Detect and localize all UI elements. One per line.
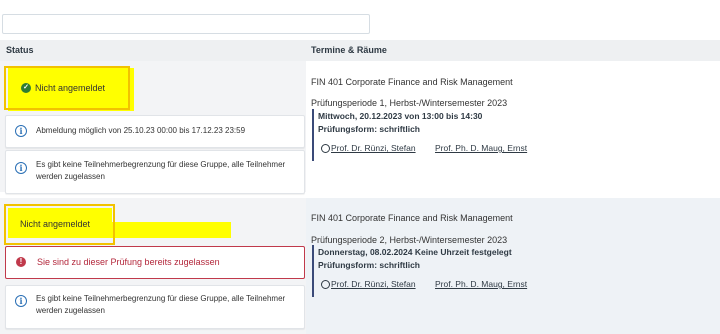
info-icon: i bbox=[15, 162, 27, 174]
examiner-link[interactable]: Prof. Dr. Rünzi, Stefan bbox=[331, 279, 416, 289]
info-text: Es gibt keine Teilnehmerbegrenzung für d… bbox=[36, 160, 286, 181]
exam-form: Prüfungsform: schriftlich bbox=[318, 124, 421, 134]
info-card: i Es gibt keine Teilnehmerbegrenzung für… bbox=[5, 285, 305, 329]
info-card: i Es gibt keine Teilnehmerbegrenzung für… bbox=[5, 150, 305, 194]
status-text: Nicht angemeldet bbox=[35, 83, 106, 93]
exam-form: Prüfungsform: schriftlich bbox=[318, 260, 421, 270]
error-text: Sie sind zu dieser Prüfung bereits zugel… bbox=[37, 257, 220, 267]
termine-column-header: Termine & Räume bbox=[311, 45, 387, 55]
schedule-bar bbox=[312, 245, 314, 297]
info-text: Abmeldung möglich von 25.10.23 00:00 bis… bbox=[36, 126, 246, 135]
info-icon: i bbox=[15, 125, 27, 137]
clock-icon bbox=[321, 280, 330, 289]
status-column-header: Status bbox=[6, 45, 34, 55]
clock-icon bbox=[321, 144, 330, 153]
error-icon: ! bbox=[16, 257, 26, 267]
table-header: Status Termine & Räume bbox=[0, 40, 720, 61]
check-circle-icon: ✓ bbox=[21, 83, 31, 93]
info-text: Es gibt keine Teilnehmerbegrenzung für d… bbox=[36, 294, 286, 315]
examiner-link[interactable]: Prof. Ph. D. Maug, Ernst bbox=[435, 279, 527, 289]
exam-datetime: Donnerstag, 08.02.2024 Keine Uhrzeit fes… bbox=[318, 247, 512, 257]
info-card: i Abmeldung möglich von 25.10.23 00:00 b… bbox=[5, 115, 305, 148]
exam-datetime: Mittwoch, 20.12.2023 von 13:00 bis 14:30 bbox=[318, 111, 483, 121]
error-card: ! Sie sind zu dieser Prüfung bereits zug… bbox=[5, 246, 305, 279]
schedule-bar bbox=[312, 109, 314, 161]
status-text: Nicht angemeldet bbox=[20, 219, 91, 229]
examiner-link[interactable]: Prof. Ph. D. Maug, Ernst bbox=[435, 143, 527, 153]
course-title: FIN 401 Corporate Finance and Risk Manag… bbox=[311, 213, 513, 223]
info-icon: i bbox=[15, 295, 27, 307]
search-field[interactable] bbox=[2, 14, 370, 34]
exam-period: Prüfungsperiode 2, Herbst-/Wintersemeste… bbox=[311, 235, 508, 245]
course-title: FIN 401 Corporate Finance and Risk Manag… bbox=[311, 77, 513, 87]
examiner-link[interactable]: Prof. Dr. Rünzi, Stefan bbox=[331, 143, 416, 153]
exam-period: Prüfungsperiode 1, Herbst-/Wintersemeste… bbox=[311, 98, 508, 108]
